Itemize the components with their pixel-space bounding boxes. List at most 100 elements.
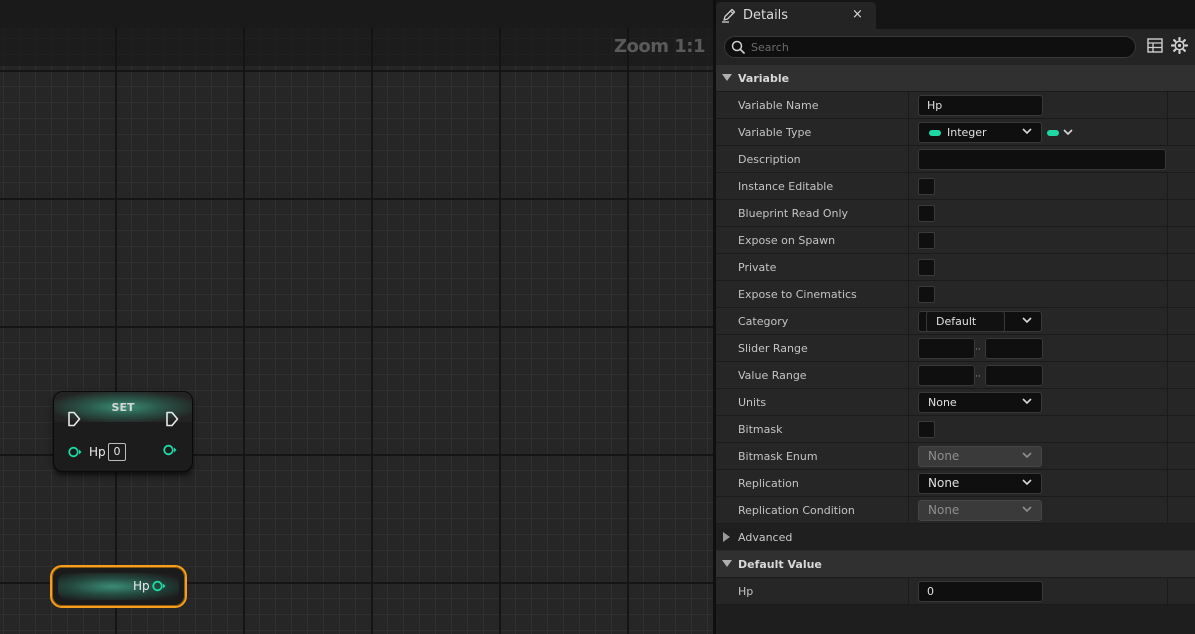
section-default-value[interactable]: Default Value — [716, 551, 1195, 578]
value-range-max-input[interactable] — [985, 365, 1043, 386]
column-divider — [908, 416, 909, 443]
prop-label: Blueprint Read Only — [738, 207, 849, 220]
expand-arrow-right-icon — [723, 532, 730, 542]
hp-getter-output-pin-icon[interactable] — [152, 580, 166, 592]
column-divider — [1167, 416, 1168, 443]
column-divider — [1167, 92, 1168, 119]
hp-input-pin-icon[interactable] — [68, 446, 82, 458]
slider-range-min-input[interactable] — [918, 338, 975, 359]
column-divider — [908, 389, 909, 416]
variable-name-input[interactable]: Hp — [918, 95, 1043, 116]
category-value: Default — [936, 315, 977, 328]
section-advanced[interactable]: Advanced — [716, 524, 1195, 551]
private-checkbox[interactable] — [918, 259, 935, 276]
column-divider — [908, 335, 909, 362]
prop-variable-name: Variable Name Hp — [716, 92, 1195, 119]
prop-category: Category Default — [716, 308, 1195, 335]
variable-type-dropdown[interactable]: Integer — [918, 122, 1042, 143]
hp-output-pin-icon[interactable] — [163, 444, 177, 456]
chevron-down-icon — [1022, 479, 1032, 486]
category-text-field[interactable]: Default — [926, 311, 1005, 332]
prop-private: Private — [716, 254, 1195, 281]
prop-label: Private — [738, 261, 777, 274]
zoom-label: Zoom 1:1 — [613, 36, 706, 57]
prop-bitmask: Bitmask — [716, 416, 1195, 443]
prop-value-range: Value Range ·· — [716, 362, 1195, 389]
prop-expose-to-cinematics: Expose to Cinematics — [716, 281, 1195, 308]
column-divider — [1167, 470, 1168, 497]
column-divider — [1167, 362, 1168, 389]
column-divider — [908, 254, 909, 281]
column-divider — [908, 308, 909, 335]
column-divider — [1167, 308, 1168, 335]
column-divider — [1167, 200, 1168, 227]
set-node-hp-value-field[interactable]: 0 — [108, 443, 126, 461]
table-view-icon[interactable] — [1147, 38, 1163, 53]
prop-label: Variable Name — [738, 99, 819, 112]
details-tab[interactable]: Details × — [716, 2, 876, 29]
bitmask-enum-dropdown: None — [918, 446, 1042, 467]
replication-condition-value: None — [928, 503, 960, 517]
prop-slider-range: Slider Range ·· — [716, 335, 1195, 362]
graph-top-bar — [0, 0, 713, 28]
replication-dropdown[interactable]: None — [918, 473, 1042, 494]
graph-header-bar — [0, 28, 713, 66]
prop-label: Instance Editable — [738, 180, 834, 193]
units-dropdown[interactable]: None — [918, 392, 1042, 413]
exec-in-pin-icon[interactable] — [67, 411, 81, 427]
column-divider — [1167, 578, 1168, 605]
exec-out-pin-icon[interactable] — [165, 411, 179, 427]
column-divider — [1167, 443, 1168, 470]
search-row — [716, 29, 1195, 65]
expose-to-cinematics-checkbox[interactable] — [918, 286, 935, 303]
column-divider — [908, 173, 909, 200]
container-type-dropdown[interactable] — [1047, 126, 1077, 140]
expose-on-spawn-checkbox[interactable] — [918, 232, 935, 249]
column-divider — [908, 119, 909, 146]
pencil-icon — [722, 8, 736, 23]
value-range-min-input[interactable] — [918, 365, 975, 386]
replication-value: None — [928, 476, 960, 490]
column-divider — [1167, 389, 1168, 416]
getter-node-hp-label: Hp — [133, 579, 150, 593]
instance-editable-checkbox[interactable] — [918, 178, 935, 195]
column-divider — [908, 146, 909, 173]
set-node[interactable]: SET Hp 0 — [53, 391, 193, 472]
section-variable[interactable]: Variable — [716, 65, 1195, 92]
prop-label: Expose on Spawn — [738, 234, 836, 247]
category-combo[interactable]: Default — [918, 311, 1042, 332]
column-divider — [908, 497, 909, 524]
close-icon[interactable]: × — [852, 7, 863, 22]
chevron-down-icon — [1022, 398, 1032, 405]
prop-label: Units — [738, 396, 767, 409]
prop-instance-editable: Instance Editable — [716, 173, 1195, 200]
prop-label: Replication Condition — [738, 504, 855, 517]
prop-label: Slider Range — [738, 342, 808, 355]
default-hp-input[interactable]: 0 — [918, 581, 1043, 602]
prop-expose-on-spawn: Expose on Spawn — [716, 227, 1195, 254]
chevron-down-icon — [1022, 452, 1032, 459]
column-divider — [1167, 281, 1168, 308]
column-divider — [1167, 497, 1168, 524]
hp-getter-node[interactable]: Hp — [50, 565, 187, 608]
prop-label: Description — [738, 153, 801, 166]
prop-label: Bitmask Enum — [738, 450, 818, 463]
section-variable-label: Variable — [738, 72, 790, 85]
column-divider — [908, 443, 909, 470]
gear-icon[interactable] — [1171, 37, 1188, 54]
description-input[interactable] — [918, 149, 1166, 170]
blueprint-read-only-checkbox[interactable] — [918, 205, 935, 222]
column-divider — [908, 578, 909, 605]
single-container-pill-icon — [1047, 130, 1059, 136]
search-icon — [731, 40, 745, 54]
search-box[interactable] — [724, 36, 1136, 58]
search-input[interactable] — [751, 39, 1121, 55]
section-advanced-label: Advanced — [738, 531, 793, 544]
column-divider — [908, 227, 909, 254]
blueprint-graph-canvas[interactable]: Zoom 1:1 SET Hp 0 Hp — [0, 0, 713, 634]
prop-variable-type: Variable Type Integer — [716, 119, 1195, 146]
bitmask-checkbox[interactable] — [918, 421, 935, 438]
prop-label: Expose to Cinematics — [738, 288, 857, 301]
expand-arrow-down-icon — [722, 560, 732, 567]
slider-range-max-input[interactable] — [985, 338, 1043, 359]
